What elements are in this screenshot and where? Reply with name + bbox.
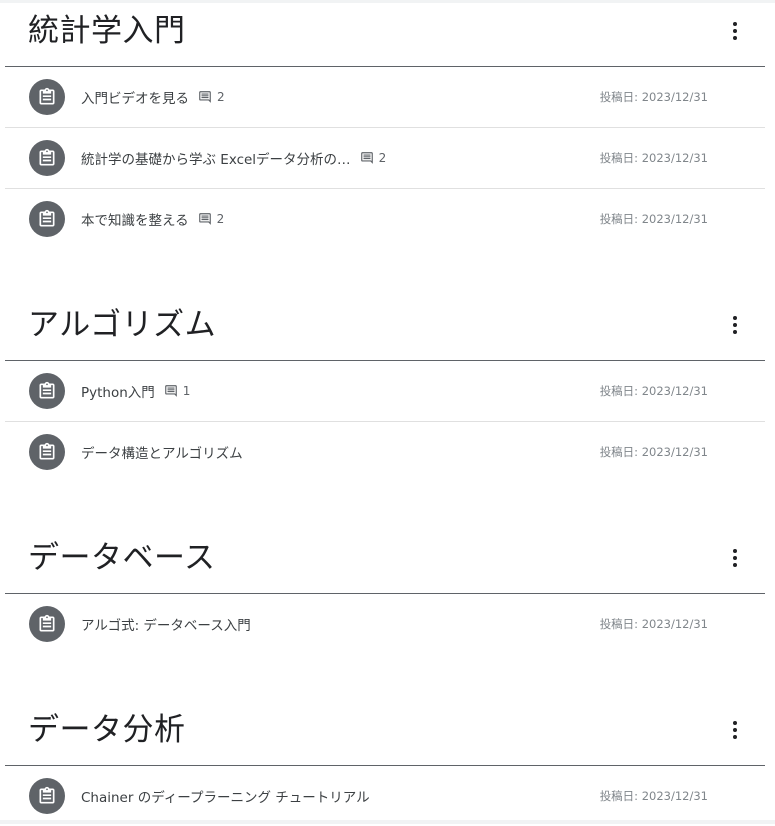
material-item[interactable]: アルゴ式: データベース入門 投稿日: 2023/12/31 — [5, 594, 765, 654]
material-title: 統計学の基礎から学ぶ Excelデータ分析の… — [81, 152, 351, 168]
comment-icon — [199, 91, 211, 103]
assignment-icon — [29, 79, 65, 115]
assignment-icon — [29, 606, 65, 642]
bottom-strip — [0, 820, 775, 824]
more-vert-icon — [733, 22, 737, 40]
topic-title: データベース — [28, 540, 216, 576]
topic-header: データ分析 — [5, 699, 765, 766]
assignment-icon — [29, 201, 65, 237]
posted-date: 投稿日: 2023/12/31 — [599, 445, 708, 459]
comment-icon — [164, 385, 177, 397]
material-item[interactable]: 統計学の基礎から学ぶ Excelデータ分析の… 2 投稿日: 2023/12/3… — [5, 128, 765, 189]
more-vert-icon — [733, 549, 737, 567]
topic-section: アルゴリズム Python入門 1 投稿日: 2023/12/31 データ構造と… — [5, 294, 765, 482]
material-item[interactable]: Python入門 1 投稿日: 2023/12/31 — [5, 361, 765, 422]
posted-date: 投稿日: 2023/12/31 — [599, 212, 708, 226]
assignment-icon — [29, 373, 65, 409]
material-item[interactable]: 入門ビデオを見る 2 投稿日: 2023/12/31 — [5, 67, 765, 128]
material-item[interactable]: 本で知識を整える 2 投稿日: 2023/12/31 — [5, 189, 765, 249]
more-vert-icon — [733, 721, 737, 739]
comment-count-value: 2 — [216, 212, 225, 226]
topic-options-button[interactable] — [723, 313, 747, 337]
posted-date: 投稿日: 2023/12/31 — [599, 151, 708, 165]
posted-date: 投稿日: 2023/12/31 — [599, 90, 708, 104]
material-title: Python入門 — [81, 385, 155, 401]
material-title: アルゴ式: データベース入門 — [81, 618, 251, 634]
topic-header: アルゴリズム — [5, 294, 765, 361]
posted-date: 投稿日: 2023/12/31 — [599, 617, 708, 631]
comment-count: 2 — [198, 90, 225, 104]
comment-count: 2 — [360, 151, 387, 165]
posted-date: 投稿日: 2023/12/31 — [599, 384, 708, 398]
topic-title: データ分析 — [28, 712, 186, 748]
assignment-icon — [29, 140, 65, 176]
topic-options-button[interactable] — [723, 718, 747, 742]
assignment-icon — [29, 778, 65, 814]
topic-options-button[interactable] — [723, 546, 747, 570]
assignment-icon — [29, 434, 65, 470]
topic-header: 統計学入門 — [5, 0, 765, 67]
comment-count-value: 2 — [378, 151, 387, 165]
topic-section: データベース アルゴ式: データベース入門 投稿日: 2023/12/31 — [5, 527, 765, 654]
material-item[interactable]: データ構造とアルゴリズム 投稿日: 2023/12/31 — [5, 422, 765, 482]
comment-count: 1 — [164, 384, 191, 398]
material-title: データ構造とアルゴリズム — [81, 446, 243, 462]
comment-icon — [198, 213, 211, 225]
topic-options-button[interactable] — [723, 19, 747, 43]
material-title: 本で知識を整える — [81, 213, 189, 229]
posted-date: 投稿日: 2023/12/31 — [599, 789, 708, 803]
topic-header: データベース — [5, 527, 765, 594]
comment-count-value: 2 — [217, 90, 225, 104]
comment-count: 2 — [198, 212, 225, 226]
topic-title: 統計学入門 — [28, 13, 186, 49]
comment-count-value: 1 — [182, 384, 191, 398]
topic-title: アルゴリズム — [28, 307, 217, 343]
material-item[interactable]: Chainer のディープラーニング チュートリアル 投稿日: 2023/12/… — [5, 766, 765, 826]
material-title: 入門ビデオを見る — [81, 91, 189, 107]
more-vert-icon — [733, 316, 737, 334]
topic-section: データ分析 Chainer のディープラーニング チュートリアル 投稿日: 20… — [5, 699, 765, 826]
topic-section: 統計学入門 入門ビデオを見る 2 投稿日: 2023/12/31 統計学の基礎か… — [5, 0, 765, 249]
comment-icon — [360, 152, 373, 164]
material-title: Chainer のディープラーニング チュートリアル — [81, 790, 370, 806]
